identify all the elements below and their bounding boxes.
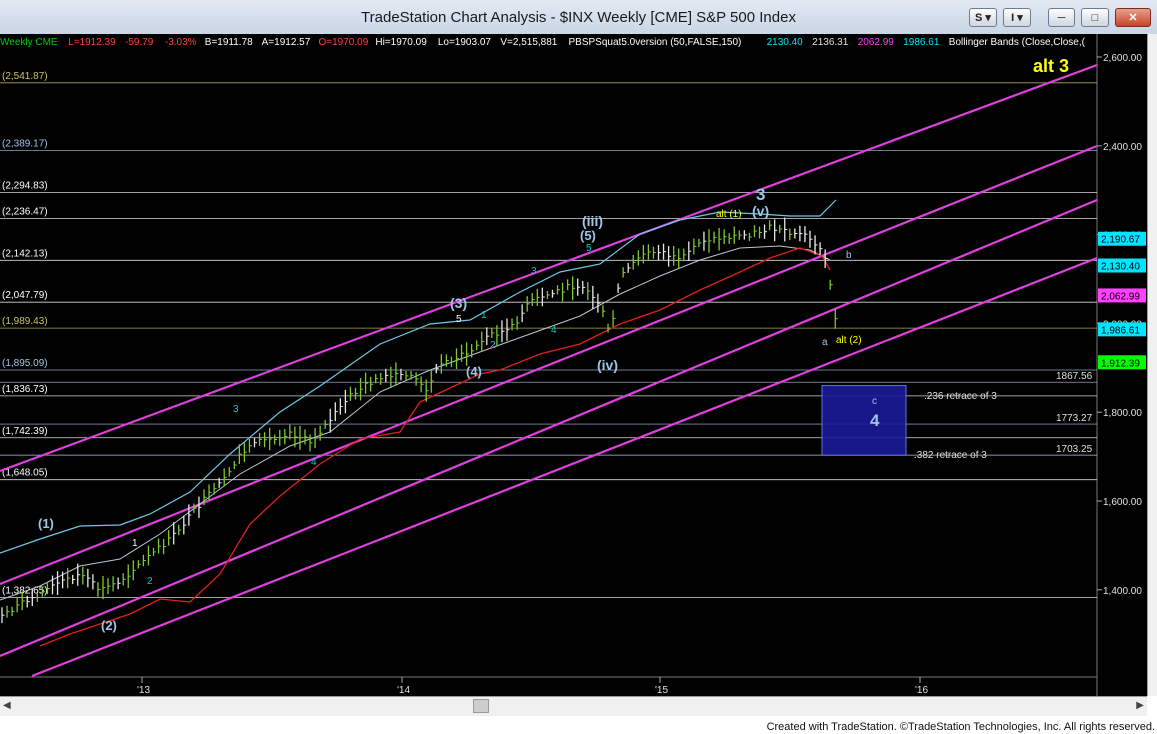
trend-channel-line: [31, 256, 1098, 678]
x-tick-label: '16: [915, 685, 928, 696]
retrace-236-label: .236 retrace of 3: [924, 391, 997, 402]
header-stat: 2130.40: [767, 37, 804, 48]
y-tick-label: 2,600.00: [1103, 53, 1142, 64]
fib-level-label: (1,742.39): [2, 426, 48, 437]
price-tag-label: 1,912.39: [1101, 358, 1140, 369]
y-tick-label: 1,400.00: [1103, 586, 1142, 597]
header-stat: V=2,515,881: [500, 37, 557, 48]
indicator-menu-label: I: [1011, 12, 1015, 24]
wave-label: 1: [481, 310, 487, 321]
header-stat: A=1912.57: [262, 37, 311, 48]
price-tag-label: 2,130.40: [1101, 262, 1140, 273]
wave-label: c: [872, 396, 877, 407]
wave-label: (iii): [582, 213, 603, 229]
copyright-footer: Created with TradeStation. ©TradeStation…: [766, 721, 1155, 733]
window-titlebar: TradeStation Chart Analysis - $INX Weekl…: [0, 0, 1157, 35]
wave-label: (1): [38, 516, 54, 531]
fib-level-label: (1,989.43): [2, 316, 48, 327]
target-level-label: 1703.25: [1056, 444, 1093, 455]
header-stat: Lo=1903.07: [438, 37, 492, 48]
wave-label: 3: [756, 185, 765, 204]
close-button[interactable]: ✕: [1115, 8, 1151, 27]
vertical-scrollbar[interactable]: [1147, 34, 1157, 696]
horizontal-scrollbar[interactable]: ◀ ▶: [0, 696, 1147, 716]
price-tag-label: 1,986.61: [1101, 325, 1140, 336]
wave-label: 2: [490, 340, 496, 351]
fib-level-label: (2,294.83): [2, 180, 48, 191]
header-stat: 1986.61: [903, 37, 940, 48]
y-tick-label: 1,600.00: [1103, 497, 1142, 508]
style-menu-label: S: [975, 12, 983, 24]
target-zone-box: [821, 385, 907, 456]
fib-level-label: (1,648.05): [2, 468, 48, 479]
header-stat: O=1970.09: [319, 37, 369, 48]
maximize-button[interactable]: □: [1081, 8, 1109, 27]
wave-label: 5: [456, 314, 462, 325]
y-tick-label: 1,800.00: [1103, 408, 1142, 419]
header-stat: PBSPSquat5.0version (50,FALSE,150): [569, 37, 742, 48]
minimize-button[interactable]: ─: [1048, 8, 1075, 27]
wave-label: 4: [311, 457, 317, 468]
header-stat: L=1912.39: [68, 37, 116, 48]
wave-label: 1: [132, 538, 138, 549]
scroll-thumb[interactable]: [473, 699, 489, 713]
wave-label: (iv): [597, 357, 618, 373]
scroll-right-icon[interactable]: ▶: [1136, 700, 1144, 711]
wave-label: (v): [752, 203, 769, 219]
header-stat: Bollinger Bands (Close,Close,(: [949, 37, 1086, 48]
wave-label: b: [846, 250, 852, 261]
fib-level-label: (1,895.09): [2, 358, 48, 369]
wave-label: 2: [147, 576, 153, 587]
header-stat: Weekly CME: [0, 37, 58, 48]
fib-level-label: (2,541.87): [2, 71, 48, 82]
target-level-label: 1773.27: [1056, 413, 1093, 424]
trend-channel-line: [0, 144, 1098, 586]
wave-label: (3): [450, 295, 467, 311]
bollinger-upper-band: [0, 199, 837, 554]
wave-label: (4): [466, 364, 482, 379]
moving-average-line: [39, 247, 831, 647]
fib-level-label: (1,836.73): [2, 384, 48, 395]
wave-label: 3: [233, 404, 239, 415]
wave-label: 4: [870, 411, 880, 430]
style-menu-button[interactable]: S ▾: [969, 8, 997, 27]
target-level-label: 1867.56: [1056, 371, 1093, 382]
fib-level-label: (2,047.79): [2, 290, 48, 301]
indicator-menu-button[interactable]: I ▾: [1003, 8, 1031, 27]
retrace-382-label: .382 retrace of 3: [914, 450, 987, 461]
wave-label: 3: [531, 266, 537, 277]
header-stat: Hi=1970.09: [375, 37, 427, 48]
header-stat: 2062.99: [858, 37, 895, 48]
fib-level-label: (2,236.47): [2, 206, 48, 217]
wave-label: a: [822, 337, 828, 348]
x-tick-label: '13: [137, 685, 150, 696]
y-tick-label: 2,400.00: [1103, 142, 1142, 153]
wave-label: alt (2): [836, 335, 862, 346]
header-stat: B=1911.78: [205, 37, 253, 48]
wave-label: alt (1): [716, 209, 742, 220]
header-stat: 2136.31: [812, 37, 849, 48]
bollinger-middle-band: [0, 245, 831, 601]
wave-label: 5: [586, 243, 592, 254]
price-tag-label: 2,062.99: [1101, 291, 1140, 302]
x-tick-label: '14: [397, 685, 410, 696]
fib-level-label: (2,389.17): [2, 139, 48, 150]
header-stat: -59.79: [125, 37, 154, 48]
wave-label: (2): [101, 618, 117, 633]
price-chart[interactable]: Weekly CME L=1912.39 -59.79 -3.03% B=1911.78…: [0, 34, 1147, 696]
price-tag-label: 2,190.67: [1101, 235, 1140, 246]
chart-canvas[interactable]: Weekly CME L=1912.39 -59.79 -3.03% B=1911.78…: [0, 34, 1147, 696]
header-stat: -3.03%: [165, 37, 197, 48]
wave-label: 4: [551, 325, 557, 336]
wave-label: (5): [580, 228, 596, 243]
fib-level-label: (2,142.13): [2, 248, 48, 259]
wave-label: alt 3: [1033, 56, 1069, 76]
x-tick-label: '15: [655, 685, 668, 696]
scroll-left-icon[interactable]: ◀: [3, 700, 11, 711]
